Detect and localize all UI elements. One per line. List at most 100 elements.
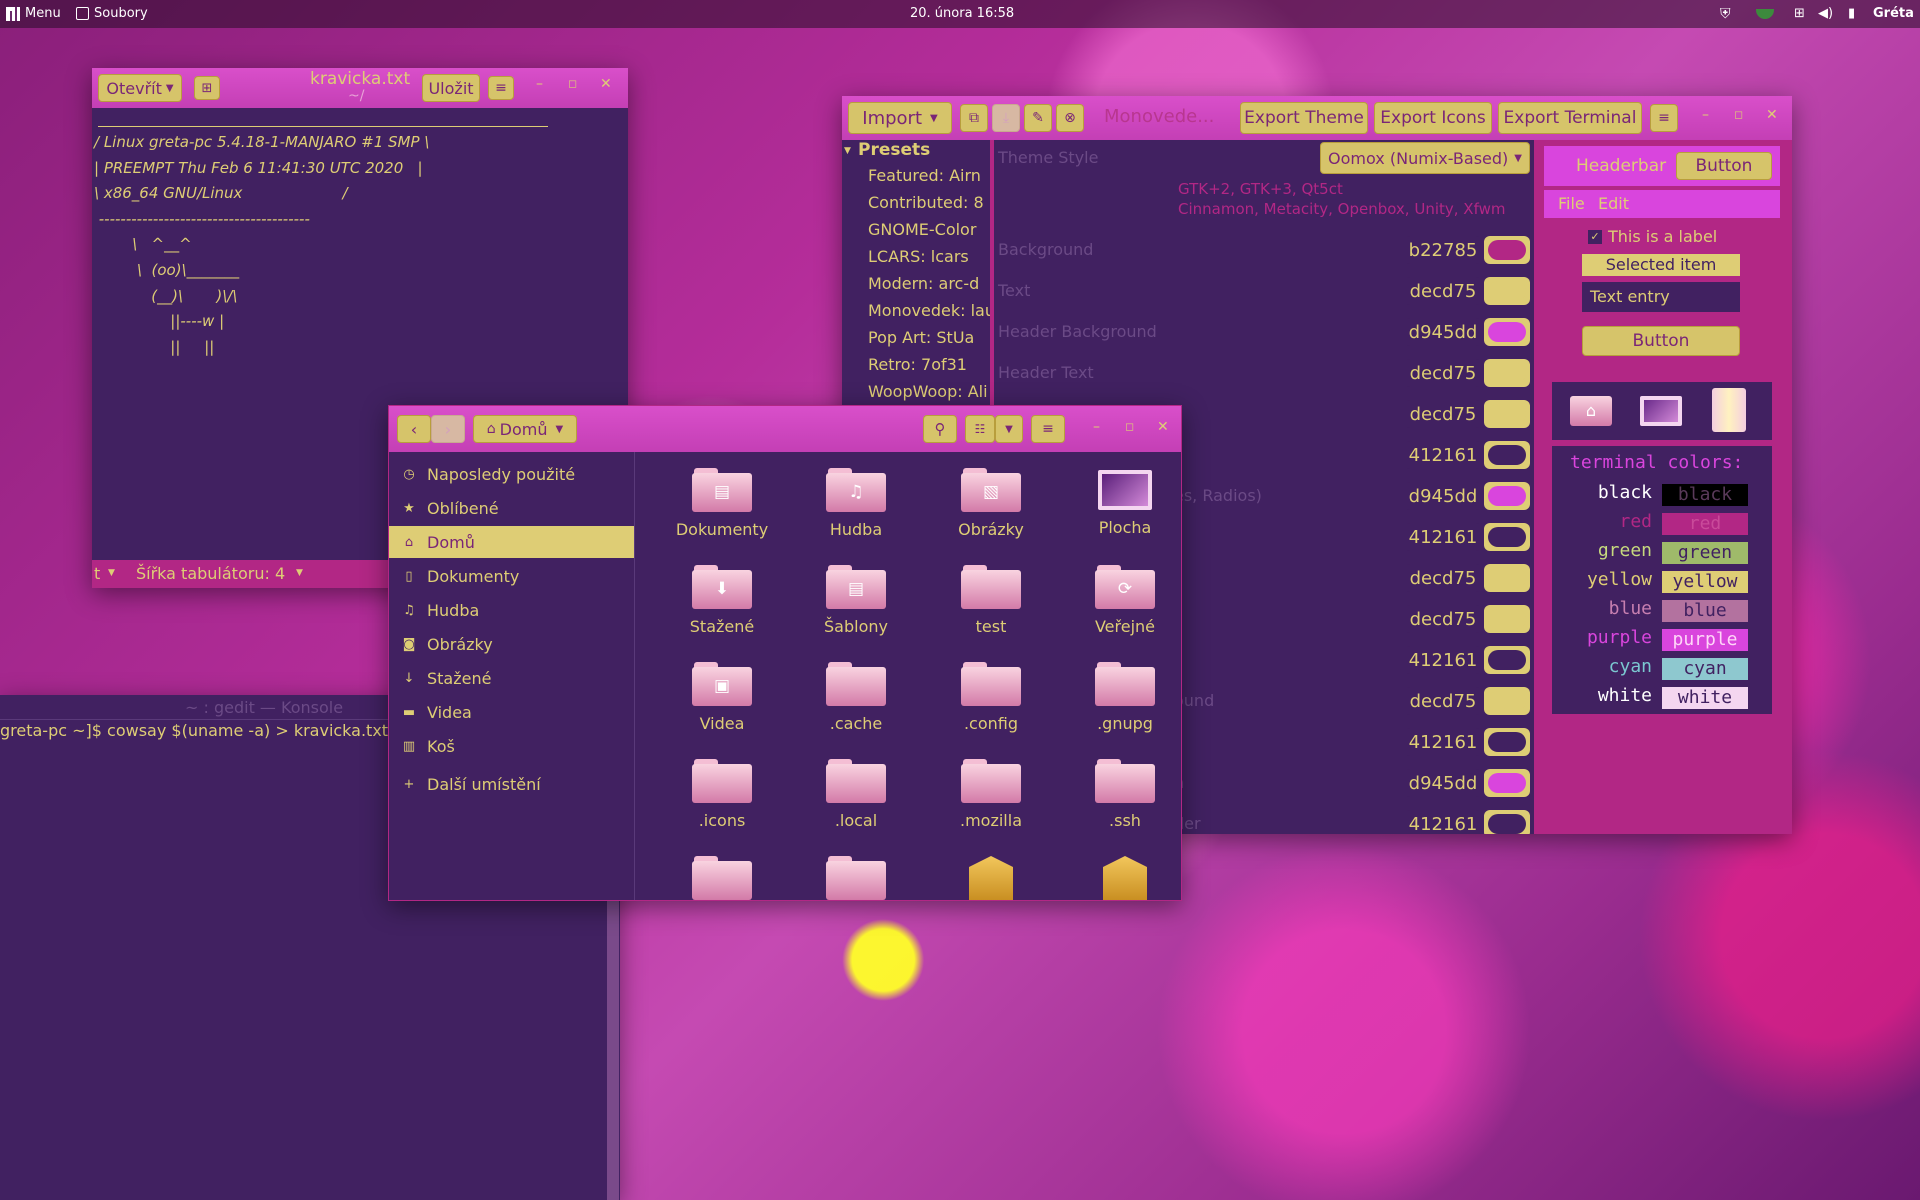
file-item[interactable]: .mozilla xyxy=(931,759,1051,830)
file-item[interactable]: .local xyxy=(796,759,916,830)
sidebar-item[interactable]: ↓ Stažené xyxy=(389,662,634,694)
color-picker-button[interactable] xyxy=(1484,564,1530,592)
forward-button[interactable]: › xyxy=(431,415,465,443)
close-icon[interactable]: ✕ xyxy=(1157,419,1169,435)
color-picker-button[interactable] xyxy=(1484,359,1530,387)
search-button[interactable]: ⚲ xyxy=(923,415,957,443)
preset-group[interactable]: Pop Art: StUa xyxy=(868,328,974,347)
sidebar-item[interactable]: ⌂ Domů xyxy=(389,526,634,558)
color-hex-entry[interactable]: decd75 xyxy=(1406,400,1480,428)
clone-button[interactable]: ⧉ xyxy=(960,104,988,132)
close-icon[interactable]: ✕ xyxy=(1766,107,1778,123)
tab-width-selector[interactable]: Šířka tabulátoru: 4 xyxy=(136,564,285,583)
sidebar-item[interactable]: ▬ Videa xyxy=(389,696,634,728)
remove-button[interactable]: ⊗ xyxy=(1056,104,1084,132)
theme-style-dropdown[interactable]: Oomox (Numix-Based) ▼ xyxy=(1320,142,1530,174)
preset-group[interactable]: Retro: 7of31 xyxy=(868,355,967,374)
file-item[interactable]: .icons xyxy=(662,759,782,830)
file-item[interactable] xyxy=(931,856,1051,900)
color-hex-entry[interactable]: d945dd xyxy=(1406,318,1480,346)
export-terminal-button[interactable]: Export Terminal xyxy=(1498,102,1642,134)
maximize-icon[interactable]: ◻ xyxy=(1125,420,1134,433)
sidebar-item[interactable]: ▥ Koš xyxy=(389,730,634,762)
color-picker-button[interactable] xyxy=(1484,318,1530,346)
file-item[interactable]: ▧ Obrázky xyxy=(931,468,1051,539)
color-picker-button[interactable] xyxy=(1484,523,1530,551)
file-item[interactable]: Plocha xyxy=(1065,468,1181,537)
color-hex-entry[interactable]: decd75 xyxy=(1406,687,1480,715)
preview-header-button[interactable]: Button xyxy=(1676,152,1772,180)
file-item[interactable]: ▤ Šablony xyxy=(796,565,916,636)
open-button[interactable]: Otevřít ▼ xyxy=(98,74,182,102)
view-toggle-button[interactable]: ☷ xyxy=(965,415,995,443)
color-hex-entry[interactable]: d945dd xyxy=(1406,769,1480,797)
color-hex-entry[interactable]: 412161 xyxy=(1406,523,1480,551)
preview-button[interactable]: Button xyxy=(1582,326,1740,356)
menu-button[interactable]: Menu xyxy=(6,6,61,21)
clock[interactable]: 20. února 16:58 xyxy=(910,6,1014,21)
save-theme-button[interactable]: ⤓ xyxy=(992,104,1020,132)
color-picker-button[interactable] xyxy=(1484,482,1530,510)
color-picker-button[interactable] xyxy=(1484,769,1530,797)
file-item[interactable]: test xyxy=(931,565,1051,636)
preset-group[interactable]: LCARS: lcars xyxy=(868,247,969,266)
preview-selected-item[interactable]: Selected item xyxy=(1582,254,1740,276)
checkbox-icon[interactable]: ✓ xyxy=(1588,230,1602,244)
file-item[interactable]: .config xyxy=(931,662,1051,733)
sidebar-item[interactable]: ◙ Obrázky xyxy=(389,628,634,660)
nautilus-menu-button[interactable]: ≡ xyxy=(1031,415,1065,443)
color-picker-button[interactable] xyxy=(1484,277,1530,305)
preset-group[interactable]: GNOME-Color xyxy=(868,220,976,239)
color-hex-entry[interactable]: decd75 xyxy=(1406,359,1480,387)
color-hex-entry[interactable]: 412161 xyxy=(1406,728,1480,756)
preview-menu-file[interactable]: File xyxy=(1558,194,1585,213)
preset-group[interactable]: Contributed: 8 xyxy=(868,193,984,212)
file-item[interactable]: .cache xyxy=(796,662,916,733)
file-item[interactable]: ▣ Videa xyxy=(662,662,782,733)
maximize-icon[interactable]: ◻ xyxy=(568,77,577,90)
file-item[interactable] xyxy=(1065,856,1181,900)
status-language[interactable]: t xyxy=(94,564,100,583)
preset-group[interactable]: Featured: Airn xyxy=(868,166,981,185)
file-item[interactable]: .gnupg xyxy=(1065,662,1181,733)
file-item[interactable]: ▤ Dokumenty xyxy=(662,468,782,539)
save-button[interactable]: Uložit xyxy=(422,74,480,102)
color-picker-button[interactable] xyxy=(1484,646,1530,674)
export-theme-button[interactable]: Export Theme xyxy=(1240,102,1368,134)
preview-text-entry[interactable]: Text entry xyxy=(1582,282,1740,312)
sidebar-item[interactable]: ★ Oblíbené xyxy=(389,492,634,524)
presets-header[interactable]: Presets xyxy=(858,140,930,160)
preset-group[interactable]: WoopWoop: Ali xyxy=(868,382,988,401)
file-grid[interactable]: ▤ Dokumenty ♫ Hudba ▧ Obrázky Plocha ⬇ Stažené ▤ Š… xyxy=(635,452,1181,900)
color-picker-button[interactable] xyxy=(1484,441,1530,469)
sidebar-item-other-locations[interactable]: + Další umístění xyxy=(389,768,634,800)
file-item[interactable]: ⟳ Veřejné xyxy=(1065,565,1181,636)
location-button[interactable]: ⌂ Domů ▼ xyxy=(473,415,577,443)
user-menu[interactable]: Gréta xyxy=(1873,6,1914,21)
color-hex-entry[interactable]: 412161 xyxy=(1406,441,1480,469)
color-picker-button[interactable] xyxy=(1484,605,1530,633)
preset-group[interactable]: Monovedek: lau xyxy=(868,301,990,320)
color-hex-entry[interactable]: decd75 xyxy=(1406,564,1480,592)
file-item[interactable]: .ssh xyxy=(1065,759,1181,830)
konsole-prompt-line[interactable]: greta-pc ~]$ cowsay $(uname -a) > kravic… xyxy=(0,721,388,740)
shield-icon[interactable]: ⛨ xyxy=(1720,6,1731,22)
network-icon[interactable]: ⊞ xyxy=(1794,6,1805,21)
color-picker-button[interactable] xyxy=(1484,728,1530,756)
preset-group[interactable]: Modern: arc-d xyxy=(868,274,979,293)
export-icons-button[interactable]: Export Icons xyxy=(1374,102,1492,134)
minimize-icon[interactable]: – xyxy=(1702,107,1709,123)
preview-menu-edit[interactable]: Edit xyxy=(1598,194,1629,213)
import-button[interactable]: Import ▼ xyxy=(848,102,952,134)
file-item[interactable] xyxy=(796,856,916,900)
color-picker-button[interactable] xyxy=(1484,400,1530,428)
network-status-icon[interactable] xyxy=(1756,9,1774,19)
color-hex-entry[interactable]: 412161 xyxy=(1406,646,1480,674)
color-picker-button[interactable] xyxy=(1484,810,1530,834)
battery-icon[interactable]: ▮ xyxy=(1848,6,1855,21)
color-hex-entry[interactable]: 412161 xyxy=(1406,810,1480,834)
close-icon[interactable]: ✕ xyxy=(600,76,612,92)
color-hex-entry[interactable]: b22785 xyxy=(1406,236,1480,264)
volume-icon[interactable]: ◀) xyxy=(1818,6,1833,21)
gedit-headerbar[interactable]: Otevřít ▼ ⊞ kravicka.txt ~/ Uložit ≡ – ◻… xyxy=(92,68,628,108)
